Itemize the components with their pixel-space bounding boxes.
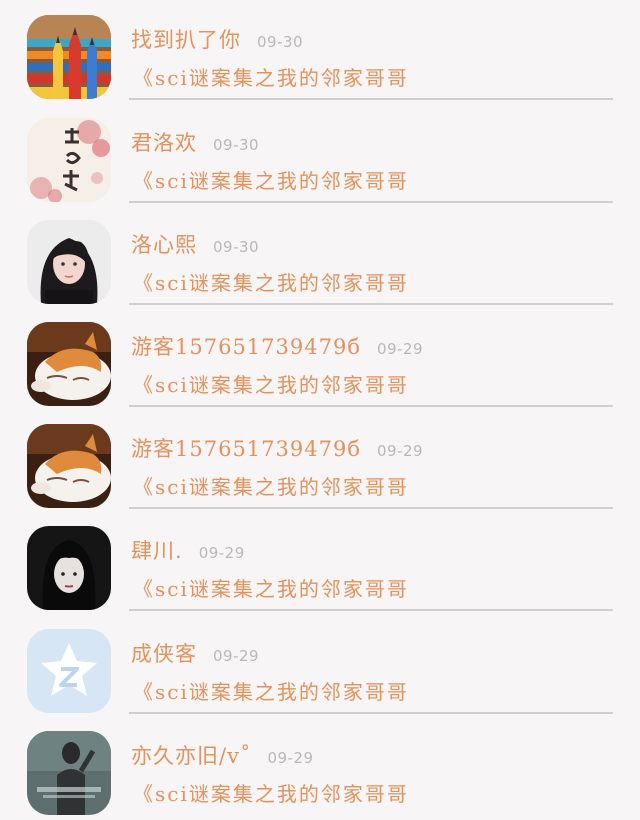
avatar[interactable] xyxy=(27,424,111,508)
divider xyxy=(129,201,613,203)
boy-graffiti-avatar-icon xyxy=(27,731,111,815)
username[interactable]: 成侠客 xyxy=(131,638,197,668)
comment-date: 09-29 xyxy=(376,442,424,460)
username[interactable]: 肆川. xyxy=(131,535,183,565)
sleeping-cat-avatar-icon xyxy=(27,424,111,508)
list-item[interactable]: 亦久亦旧/v˚ 09-29 《sci谜案集之我的邻家哥哥 xyxy=(0,716,640,818)
woman-portrait-avatar-icon xyxy=(27,220,111,304)
book-title[interactable]: 《sci谜案集之我的邻家哥哥 xyxy=(133,573,409,602)
book-title[interactable]: 《sci谜案集之我的邻家哥哥 xyxy=(133,62,409,91)
comment-list: 找到扒了你 09-30 《sci谜案集之我的邻家哥哥 君洛欢 09-30 《sc… xyxy=(0,0,640,820)
comment-date: 09-29 xyxy=(213,647,260,665)
divider xyxy=(129,405,613,407)
list-item[interactable]: 找到扒了你 09-30 《sci谜案集之我的邻家哥哥 xyxy=(0,0,640,102)
username[interactable]: 游客157651739479б xyxy=(131,331,361,361)
book-title[interactable]: 《sci谜案集之我的邻家哥哥 xyxy=(133,165,409,194)
avatar[interactable] xyxy=(27,220,111,304)
comment-date: 09-29 xyxy=(198,544,245,562)
avatar[interactable] xyxy=(27,118,111,202)
divider xyxy=(129,712,613,714)
avatar[interactable] xyxy=(27,15,111,99)
list-item[interactable]: 肆川. 09-29 《sci谜案集之我的邻家哥哥 xyxy=(0,511,640,613)
list-item[interactable]: 洛心熙 09-30 《sci谜案集之我的邻家哥哥 xyxy=(0,205,640,307)
comment-date: 09-29 xyxy=(376,340,424,358)
divider xyxy=(129,609,613,611)
username[interactable]: 游客157651739479б xyxy=(131,433,361,463)
list-item[interactable]: 游客157651739479б 09-29 《sci谜案集之我的邻家哥哥 xyxy=(0,409,640,511)
divider xyxy=(129,507,613,509)
comment-date: 09-30 xyxy=(213,136,260,154)
list-item[interactable]: 成侠客 09-29 《sci谜案集之我的邻家哥哥 xyxy=(0,614,640,716)
comment-date: 09-29 xyxy=(267,749,314,767)
list-item[interactable]: 君洛欢 09-30 《sci谜案集之我的邻家哥哥 xyxy=(0,103,640,205)
avatar[interactable] xyxy=(27,629,111,713)
username[interactable]: 洛心熙 xyxy=(131,229,197,259)
pencils-avatar-icon xyxy=(27,15,111,99)
avatar[interactable] xyxy=(27,731,111,815)
username[interactable]: 找到扒了你 xyxy=(131,24,241,54)
book-title[interactable]: 《sci谜案集之我的邻家哥哥 xyxy=(133,369,409,398)
book-title[interactable]: 《sci谜案集之我的邻家哥哥 xyxy=(133,267,409,296)
qq-default-avatar-icon xyxy=(27,629,111,713)
avatar[interactable] xyxy=(27,526,111,610)
book-title[interactable]: 《sci谜案集之我的邻家哥哥 xyxy=(133,471,409,500)
book-title[interactable]: 《sci谜案集之我的邻家哥哥 xyxy=(133,676,409,705)
calligraphy-avatar-icon xyxy=(27,118,111,202)
sleeping-cat-avatar-icon xyxy=(27,322,111,406)
book-title[interactable]: 《sci谜案集之我的邻家哥哥 xyxy=(133,778,409,807)
list-item[interactable]: 游客157651739479б 09-29 《sci谜案集之我的邻家哥哥 xyxy=(0,307,640,409)
divider xyxy=(129,303,613,305)
comment-date: 09-30 xyxy=(213,238,260,256)
avatar[interactable] xyxy=(27,322,111,406)
divider xyxy=(129,98,613,100)
username[interactable]: 君洛欢 xyxy=(131,127,197,157)
comment-date: 09-30 xyxy=(257,33,304,51)
username[interactable]: 亦久亦旧/v˚ xyxy=(131,740,251,770)
dark-hair-portrait-avatar-icon xyxy=(27,526,111,610)
